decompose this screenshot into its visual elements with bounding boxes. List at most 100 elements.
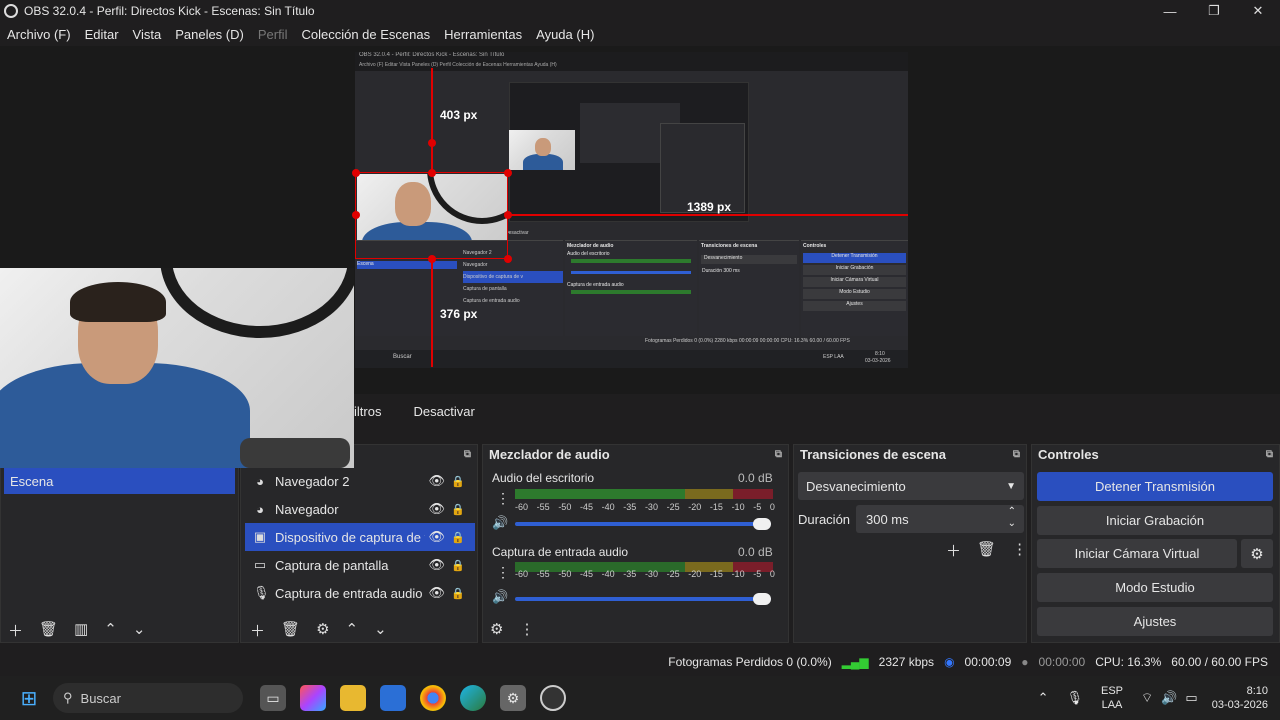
volume-slider[interactable] [515,518,771,530]
transition-select[interactable]: Desvanecimiento ▼ [798,472,1024,500]
move-up-icon[interactable]: ⌃ [104,620,117,641]
edge-icon[interactable] [460,685,486,711]
lock-icon[interactable]: 🔒 [451,503,465,516]
close-button[interactable]: ✕ [1236,0,1280,22]
advanced-audio-icon[interactable]: ⚙ [490,620,503,638]
source-properties-icon[interactable]: ⚙ [316,620,329,641]
visibility-eye-icon[interactable]: 👁 [428,501,445,517]
store-icon[interactable] [380,685,406,711]
resize-handle-r[interactable] [504,211,512,219]
resize-handle-l[interactable] [352,211,360,219]
speaker-icon[interactable]: 🔊 [492,589,508,605]
copilot-icon[interactable] [300,685,326,711]
menu-vista[interactable]: Vista [126,27,169,42]
duration-spinbox[interactable]: 300 ms ⌃ ⌄ [856,505,1024,533]
mixer-float-icon[interactable]: ⧉ [775,449,782,460]
mixer-menu-icon[interactable]: ⋮ [519,620,534,638]
transition-menu-icon[interactable]: ⋮ [1012,540,1027,561]
lock-icon[interactable]: 🔒 [451,559,465,572]
channel-menu-icon[interactable]: ⋮ [496,490,510,507]
menu-perfil[interactable]: Perfil [251,27,295,42]
slider-knob[interactable] [753,518,771,530]
add-transition-icon[interactable]: ＋ [946,540,961,561]
remove-source-icon[interactable]: 🗑 [281,620,300,641]
channel-menu-icon[interactable]: ⋮ [496,564,510,581]
visibility-eye-icon[interactable]: 👁 [428,585,445,601]
source-item-captura-pantalla[interactable]: ▭ Captura de pantalla 👁 🔒 [245,551,475,579]
channel-db: 0.0 dB [738,471,773,485]
visibility-eye-icon[interactable]: 👁 [428,529,445,545]
source-down-icon[interactable]: ⌄ [374,620,387,641]
menu-ayuda[interactable]: Ayuda (H) [529,27,601,42]
source-item-dispositivo[interactable]: ▣ Dispositivo de captura de v 👁 🔒 [245,523,475,551]
gear-icon[interactable]: ⚙ [1241,539,1273,568]
record-status-icon: ● [1021,655,1029,669]
slider-knob[interactable] [753,593,771,605]
lock-icon[interactable]: 🔒 [451,531,465,544]
lock-icon[interactable]: 🔒 [451,587,465,600]
move-down-icon[interactable]: ⌄ [133,620,146,641]
add-scene-icon[interactable]: ＋ [8,620,23,641]
mixer-title: Mezclador de audio [489,446,610,462]
start-record-button[interactable]: Iniciar Grabación [1037,506,1273,535]
menu-editar[interactable]: Editar [78,27,126,42]
volume-slider[interactable] [515,593,771,605]
language-indicator[interactable]: ESP LAA [1101,684,1123,712]
add-source-icon[interactable]: ＋ [250,620,265,641]
studio-mode-button[interactable]: Modo Estudio [1037,573,1273,602]
resize-handle-t[interactable] [428,169,436,177]
settings-app-icon[interactable]: ⚙ [500,685,526,711]
virtualcam-button[interactable]: Iniciar Cámara Virtual [1037,539,1237,568]
menu-archivo[interactable]: Archivo (F) [0,27,78,42]
stop-stream-button[interactable]: Detener Transmisión [1037,472,1273,501]
scene-filters-icon[interactable]: ▥ [74,620,88,641]
file-explorer-icon[interactable] [340,685,366,711]
record-time: 00:00:00 [1038,655,1086,669]
source-item-captura-audio[interactable]: 🎙 Captura de entrada audio 👁 🔒 [245,579,475,607]
inner-status: Fotogramas Perdidos 0 (0.0%) 2280 kbps 0… [645,338,850,344]
resize-handle-b[interactable] [428,255,436,263]
spin-arrows-icon[interactable]: ⌃ ⌄ [1008,506,1016,530]
resize-handle-br[interactable] [504,255,512,263]
source-up-icon[interactable]: ⌃ [346,620,359,641]
taskbar-search[interactable]: ⚲ Buscar [53,683,243,713]
menu-paneles[interactable]: Paneles (D) [168,27,251,42]
menu-herramientas[interactable]: Herramientas [437,27,529,42]
controls-float-icon[interactable]: ⧉ [1266,449,1273,460]
minimize-button[interactable]: — [1148,0,1192,22]
guide-handle-top[interactable] [428,139,436,147]
remove-scene-icon[interactable]: 🗑 [39,620,58,641]
maximize-button[interactable]: ❐ [1192,0,1236,22]
menu-coleccion[interactable]: Colección de Escenas [294,27,437,42]
visibility-eye-icon[interactable]: 👁 [428,473,445,489]
volume-icon[interactable]: 🔊 [1161,690,1177,706]
inner-filters-label: Desactivar [505,230,529,236]
source-item-navegador2[interactable]: ◕ Navegador 2 👁 🔒 [245,467,475,495]
resize-handle-tl[interactable] [352,169,360,177]
lock-icon[interactable]: 🔒 [451,475,465,488]
preview-canvas[interactable]: OBS 32.0.4 - Perfil: Directos Kick - Esc… [355,52,908,368]
filters-button[interactable]: iltros [354,404,381,419]
deactivate-button[interactable]: Desactivar [413,404,474,419]
inner-virtualcam: Iniciar Cámara Virtual [803,277,906,287]
chrome-icon[interactable] [420,685,446,711]
scene-item[interactable]: Escena [4,468,235,494]
wifi-icon[interactable]: ⌔ [1141,690,1153,706]
obs-app-icon[interactable] [540,685,566,711]
clock[interactable]: 8:10 03-03-2026 [1212,684,1268,712]
mic-tray-icon[interactable]: 🎙 [1066,690,1083,706]
visibility-eye-icon[interactable]: 👁 [428,557,445,573]
sources-dock-float-icon[interactable]: ⧉ [464,449,471,460]
remove-transition-icon[interactable]: 🗑 [977,540,996,561]
battery-icon[interactable]: ▭ [1185,690,1197,706]
source-item-navegador[interactable]: ◕ Navegador 👁 🔒 [245,495,475,523]
windows-start-icon[interactable]: ⊞ [16,685,42,711]
tray-chevron-icon[interactable]: ⌃ [1038,690,1049,706]
meter-ticks: -60 -55 -50 -45 -40 -35 -30 -25 -20 -15 -10 -5 0 [515,569,775,579]
settings-button[interactable]: Ajustes [1037,607,1273,636]
task-view-icon[interactable]: ▭ [260,685,286,711]
inner-audio-2: Captura de entrada audio [567,282,624,288]
transitions-float-icon[interactable]: ⧉ [1013,449,1020,460]
speaker-icon[interactable]: 🔊 [492,515,508,531]
resize-handle-tr[interactable] [504,169,512,177]
